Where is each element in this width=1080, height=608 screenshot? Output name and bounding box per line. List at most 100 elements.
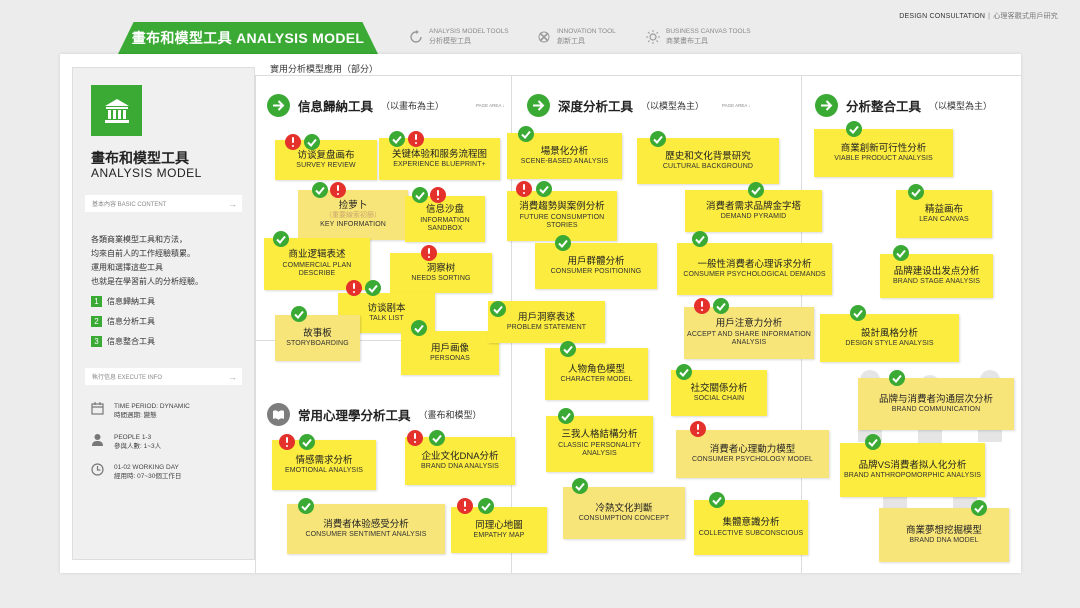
note-brand-dna-model[interactable]: 商業夢想挖掘模型 BRAND DNA MODEL (879, 508, 1009, 562)
note-subtitle: FUTURE CONSUMPTION STORIES (519, 213, 605, 230)
note-future-consumption[interactable]: 消費趨勢與案例分析 FUTURE CONSUMPTION STORIES (507, 191, 617, 241)
note-subtitle: CONSUMER POSITIONING (550, 268, 642, 275)
sidebar-item-2[interactable]: 2 信息分析工具 (91, 316, 155, 327)
note-brand-dna-analysis[interactable]: 企业文化DNA分析 BRAND DNA ANALYSIS (405, 437, 515, 485)
note-design-style[interactable]: 設計風格分析 DESIGN STYLE ANALYSIS (820, 314, 959, 362)
note-consumer-positioning[interactable]: 用戶群體分析 CONSUMER POSITIONING (535, 243, 657, 289)
note-title: 关键体验和服务流程图 (391, 148, 487, 160)
warning-icon (346, 280, 362, 296)
info-working-day: 01-02 WORKING DAY 經用時: 07~30個工作日 (91, 463, 181, 481)
execute-info-bar[interactable]: 執行信息 EXECUTE INFO → (85, 368, 242, 385)
note-title: 用戶画像 (430, 342, 469, 354)
bank-icon (104, 98, 129, 123)
note-collective-subconscious[interactable]: 集體意識分析 COLLECTIVE SUBCONSCIOUS (694, 500, 808, 555)
note-subtitle: INFORMATION SANDBOX (420, 216, 470, 233)
logo (91, 85, 142, 136)
note-title: 信息沙盘 (425, 204, 464, 216)
note-personas[interactable]: 用戶画像 PERSONAS (401, 331, 499, 375)
note-title: 消費者体验感受分析 (323, 518, 409, 530)
check-icon (312, 182, 328, 198)
warning-icon (330, 182, 346, 198)
note-subtitle: CONSUMER PSYCHOLOGY MODEL (691, 456, 813, 463)
note-subtitle: CHARACTER MODEL (560, 376, 633, 383)
check-icon (748, 182, 764, 198)
note-psychological-demands[interactable]: 一般性消費者心理诉求分析 CONSUMER PSYCHOLOGICAL DEMAN… (677, 243, 832, 295)
item-number: 3 (91, 336, 102, 347)
section-psychology: 常用心理學分析工具 （畫布和模型） (267, 403, 482, 426)
item-number: 1 (91, 296, 102, 307)
section-subtitle: （以模型為主） (641, 101, 705, 111)
basic-content-bar[interactable]: 基本內容 BASIC CONTENT → (85, 195, 242, 212)
section-title: 常用心理學分析工具 (298, 409, 411, 423)
note-subtitle: CONSUMER PSYCHOLOGICAL DEMANDS (683, 271, 826, 278)
info-line: TIME PERIOD: DYNAMIC (114, 403, 190, 410)
note-title: 同理心地圖 (475, 519, 523, 531)
note-title: 消費者需求品牌金字塔 (705, 200, 801, 212)
sidebar-item-3[interactable]: 3 信息整合工具 (91, 336, 155, 347)
check-icon (676, 364, 692, 380)
warning-icon (516, 181, 532, 197)
note-viable-product[interactable]: 商業創新可行性分析 VIABLE PRODUCT ANALYSIS (814, 129, 953, 177)
note-title: 用戶群體分析 (567, 255, 625, 267)
check-icon (709, 492, 725, 508)
note-consumer-psychology[interactable]: 消費者心理動力模型 CONSUMER PSYCHOLOGY MODEL (676, 430, 829, 478)
sidebar-title-en: ANALYSIS MODEL (91, 166, 202, 180)
sidebar-item-1[interactable]: 1 信息歸納工具 (91, 296, 155, 307)
note-brand-communication[interactable]: 品牌与消費者沟通层次分析 BRAND COMMUNICATION (858, 378, 1014, 430)
section-deep-analysis: 深度分析工具 （以模型為主） (527, 94, 704, 117)
tab-business-canvas-tools[interactable]: BUSINESS CANVAS TOOLS 商業畫布工具 (645, 27, 751, 47)
note-needs-sorting[interactable]: 洞察树 NEEDS SORTING (390, 253, 492, 293)
note-classic-personality[interactable]: 三我人格結構分析 CLASSIC PERSONALITY ANALYSIS (546, 416, 653, 472)
note-title: 洞察树 (426, 262, 456, 274)
note-title: 故事板 (303, 327, 332, 339)
note-title: 精益画布 (924, 203, 963, 215)
info-line: 經用時: 07~30個工作日 (114, 473, 182, 480)
note-subtitle: CONSUMPTION CONCEPT (578, 515, 670, 522)
check-icon (889, 370, 905, 386)
item-label: 信息整合工具 (107, 337, 155, 346)
brand-name: DESIGN CONSULTATION (899, 13, 986, 20)
check-icon (304, 134, 320, 150)
warning-icon (457, 498, 473, 514)
note-subtitle: CLASSIC PERSONALITY ANALYSIS (558, 441, 641, 458)
calendar-icon (91, 402, 104, 415)
arrow-right-icon: → (228, 371, 237, 382)
check-icon (273, 231, 289, 247)
note-title: 商業夢想挖掘模型 (905, 524, 982, 536)
note-title: 品牌建设出发点分析 (893, 265, 980, 277)
tab-innovation-tool[interactable]: INNOVATION TOOL 創新工具 (536, 27, 616, 47)
note-brand-anthropomorphic[interactable]: 品牌VS消費者拟人化分析 BRAND ANTHROPOMORPHIC ANALYS… (840, 443, 985, 497)
check-icon (893, 245, 909, 261)
main-tab-analysis-model[interactable]: 畫布和模型工具 ANALYSIS MODEL (118, 22, 378, 54)
tab-label-en: BUSINESS CANVAS TOOLS (666, 28, 751, 35)
note-consumption-concept[interactable]: 冷熱文化判斷 CONSUMPTION CONCEPT (563, 487, 685, 539)
warning-icon (285, 134, 301, 150)
note-subtitle: CULTURAL BACKGROUND (662, 163, 754, 170)
check-icon (846, 121, 862, 137)
tab-label-cn: 創新工具 (557, 38, 585, 45)
note-subtitle: DESIGN STYLE ANALYSIS (845, 340, 934, 347)
sidebar: 畫布和模型工具 ANALYSIS MODEL 基本內容 BASIC CONTEN… (72, 67, 255, 560)
arrow-right-icon: → (228, 198, 237, 209)
note-subtitle: BRAND DNA ANALYSIS (421, 463, 499, 470)
tab-analysis-model-tools[interactable]: ANALYSIS MODEL TOOLS 分析模型工具 (408, 27, 509, 47)
info-line: 01-02 WORKING DAY (114, 464, 179, 471)
section-title: 分析整合工具 (846, 100, 922, 114)
check-icon (478, 498, 494, 514)
page-area-note: PAGE AREA ↓ (722, 103, 751, 108)
note-storyboarding[interactable]: 故事板 STORYBOARDING (275, 315, 360, 361)
book-icon (267, 403, 290, 426)
note-title: 三我人格結構分析 (561, 429, 638, 441)
section-subtitle: （畫布和模型） (418, 410, 482, 420)
section-subtitle: （以畫布為主） (381, 101, 445, 111)
note-subtitle: EMOTIONAL ANALYSIS (284, 467, 364, 474)
note-accept-share[interactable]: 用戶注意力分析 ACCEPT AND SHARE INFORMATION ANAL… (684, 307, 814, 359)
note-title: 情感需求分析 (295, 454, 353, 466)
brand-label: DESIGN CONSULTATION | 心理客觀式用戶研究 (899, 13, 1058, 20)
note-title: 一般性消費者心理诉求分析 (697, 258, 812, 270)
note-subtitle: CONSUMER SENTIMENT ANALYSIS (305, 531, 427, 538)
check-icon (560, 341, 576, 357)
check-icon (389, 131, 405, 147)
check-icon (850, 305, 866, 321)
page-area-note: PAGE AREA ↓ (476, 103, 505, 108)
